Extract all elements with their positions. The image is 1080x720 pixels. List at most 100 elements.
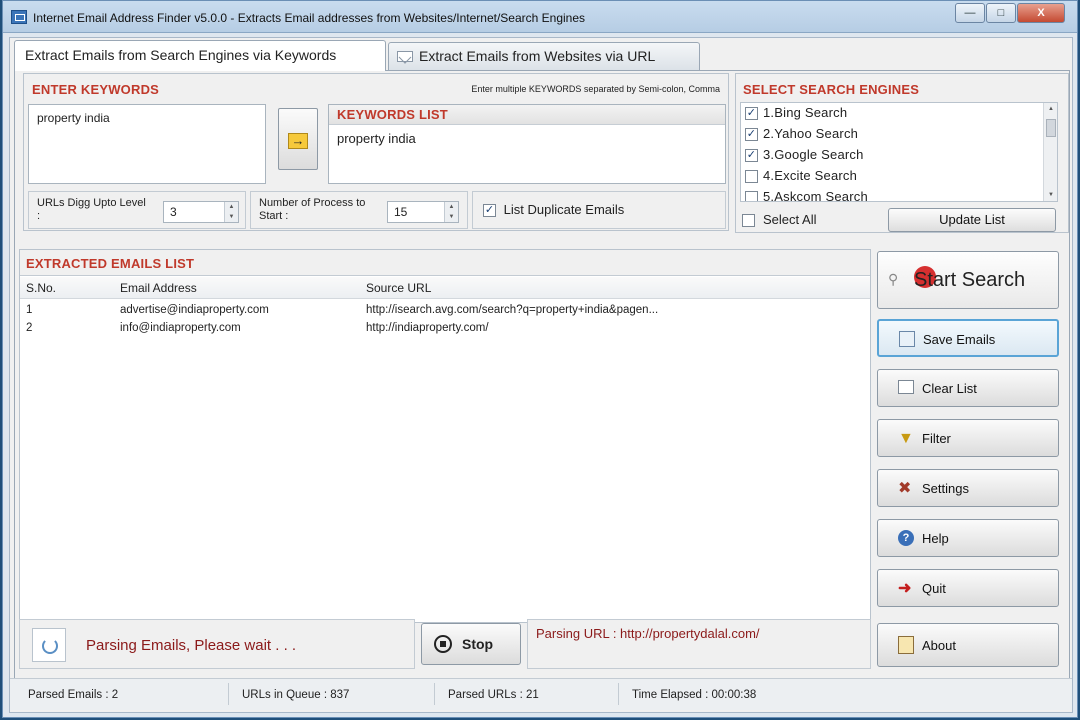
tab-label: Extract Emails from Websites via URL [419,48,656,64]
tools-icon: ✖ [898,480,912,497]
start-search-button[interactable]: ⚲ Start Search [877,251,1059,309]
row-sno: 2 [26,322,33,334]
table-row[interactable]: 2 info@indiaproperty.com http://indiapro… [20,320,870,338]
spinner-arrows-icon[interactable]: ▲ ▼ [224,202,238,222]
wait-cell: Parsing Emails, Please wait . . . [19,619,415,669]
start-search-label: Start Search [914,269,1026,291]
help-icon: ? [898,530,914,546]
process-value: 15 [394,205,408,219]
urls-digg-label: URLs Digg Upto Level : [37,197,146,222]
search-engines-heading: SELECT SEARCH ENGINES [743,82,920,97]
engine-item-bing[interactable]: ✓ 1.Bing Search [745,105,848,121]
client-area: Extract Emails from Search Engines via K… [9,37,1073,713]
engine-item-yahoo[interactable]: ✓ 2.Yahoo Search [745,126,858,142]
spinner-arrows-icon[interactable]: ▲ ▼ [444,202,458,222]
select-all-checkbox[interactable] [742,214,755,228]
quit-label: Quit [922,581,946,596]
emails-heading: EXTRACTED EMAILS LIST [26,256,195,271]
scroll-up-icon[interactable]: ▲ [1044,103,1057,115]
wait-text: Parsing Emails, Please wait . . . [86,637,297,654]
engine-checkbox[interactable] [745,170,758,184]
table-row[interactable]: 1 advertise@indiaproperty.com http://ise… [20,302,870,320]
clear-list-button[interactable]: Clear List [877,369,1059,407]
stop-label: Stop [462,636,494,652]
tab-panel-keywords: ENTER KEYWORDS Enter multiple KEYWORDS s… [14,70,1070,710]
parsed-urls-status: Parsed URLs : 21 [448,689,539,701]
status-divider [228,683,229,705]
row-source-url: http://isearch.avg.com/search?q=property… [366,304,659,316]
column-sno[interactable]: S.No. [26,281,56,295]
time-elapsed-status: Time Elapsed : 00:00:38 [632,689,757,701]
status-divider [618,683,619,705]
parsed-emails-status: Parsed Emails : 2 [28,689,119,701]
engines-scrollbar[interactable]: ▲ ▼ [1043,103,1057,201]
help-button[interactable]: ? Help [877,519,1059,557]
filter-label: Filter [922,431,951,446]
column-email[interactable]: Email Address [120,281,197,295]
engine-label: 1.Bing Search [763,105,848,120]
status-bar: Parsed Emails : 2 URLs in Queue : 837 Pa… [10,678,1072,710]
filter-button[interactable]: ▼ Filter [877,419,1059,457]
column-source-url[interactable]: Source URL [366,281,431,295]
scroll-thumb[interactable] [1046,119,1056,137]
select-all-row[interactable]: Select All [742,212,817,228]
quit-button[interactable]: ➜ Quit [877,569,1059,607]
emails-titlebar: EXTRACTED EMAILS LIST [20,250,870,276]
urls-digg-spinner[interactable]: 3 ▲ ▼ [163,201,239,223]
urls-queue-status: URLs in Queue : 837 [242,689,350,701]
title-bar[interactable]: Internet Email Address Finder v5.0.0 - E… [3,1,1077,33]
clear-list-label: Clear List [922,381,977,396]
close-button[interactable]: X [1017,3,1065,23]
scroll-down-icon[interactable]: ▼ [1044,189,1057,201]
select-all-label: Select All [763,212,817,227]
engine-checkbox[interactable]: ✓ [745,107,758,121]
about-icon [898,636,914,654]
duplicate-label: List Duplicate Emails [503,202,625,217]
tab-websites-url[interactable]: Extract Emails from Websites via URL [388,42,700,70]
save-icon [899,331,915,347]
settings-label: Settings [922,481,969,496]
clear-icon [898,380,914,394]
app-icon [11,10,27,24]
duplicate-checkbox-row[interactable]: ✓ List Duplicate Emails [483,202,625,218]
update-list-button[interactable]: Update List [888,208,1056,232]
stop-button[interactable]: Stop [421,623,521,665]
settings-button[interactable]: ✖ Settings [877,469,1059,507]
minimize-button[interactable]: — [955,3,985,23]
add-keyword-button[interactable]: → [278,108,318,170]
engine-checkbox[interactable]: ✓ [745,149,758,163]
filter-icon: ▼ [898,430,914,447]
search-engines-group: SELECT SEARCH ENGINES ✓ 1.Bing Search ✓ 2.… [735,73,1069,233]
row-sno: 1 [26,304,33,316]
save-emails-button[interactable]: Save Emails [877,319,1059,357]
duplicate-cell: ✓ List Duplicate Emails [472,191,726,229]
process-spinner[interactable]: 15 ▲ ▼ [387,201,459,223]
engine-item-askcom[interactable]: 5.Askcom Search [745,189,868,201]
urls-digg-value: 3 [170,205,177,219]
app-window: Internet Email Address Finder v5.0.0 - E… [2,0,1078,718]
tab-keywords[interactable]: Extract Emails from Search Engines via K… [14,40,386,71]
engine-item-excite[interactable]: 4.Excite Search [745,168,858,184]
search-engines-list[interactable]: ✓ 1.Bing Search ✓ 2.Yahoo Search ✓ 3.Google… [740,102,1058,202]
engine-label: 4.Excite Search [763,168,858,183]
quit-icon: ➜ [898,580,912,597]
row-source-url: http://indiaproperty.com/ [366,322,489,334]
options-row: URLs Digg Upto Level : 3 ▲ ▼ Number of Pr… [28,191,726,229]
about-button[interactable]: About [877,623,1059,667]
row-email: advertise@indiaproperty.com [120,304,269,316]
engine-checkbox[interactable]: ✓ [745,128,758,142]
parsing-url-cell: Parsing URL : http://propertydalal.com/ [527,619,871,669]
window-title: Internet Email Address Finder v5.0.0 - E… [33,11,586,25]
engine-item-google[interactable]: ✓ 3.Google Search [745,147,864,163]
parsing-url-text: Parsing URL : http://propertydalal.com/ [536,626,760,641]
engine-checkbox[interactable] [745,191,758,201]
duplicate-checkbox[interactable]: ✓ [483,204,496,218]
keyword-list-item[interactable]: property india [337,131,416,146]
emails-group: EXTRACTED EMAILS LIST S.No. Email Addres… [19,249,871,623]
save-emails-label: Save Emails [923,332,996,347]
status-divider [434,683,435,705]
keywords-list[interactable]: KEYWORDS LIST property india [328,104,726,184]
keywords-input[interactable]: property india [28,104,266,184]
maximize-button[interactable]: □ [986,3,1016,23]
envelope-icon [397,51,413,62]
